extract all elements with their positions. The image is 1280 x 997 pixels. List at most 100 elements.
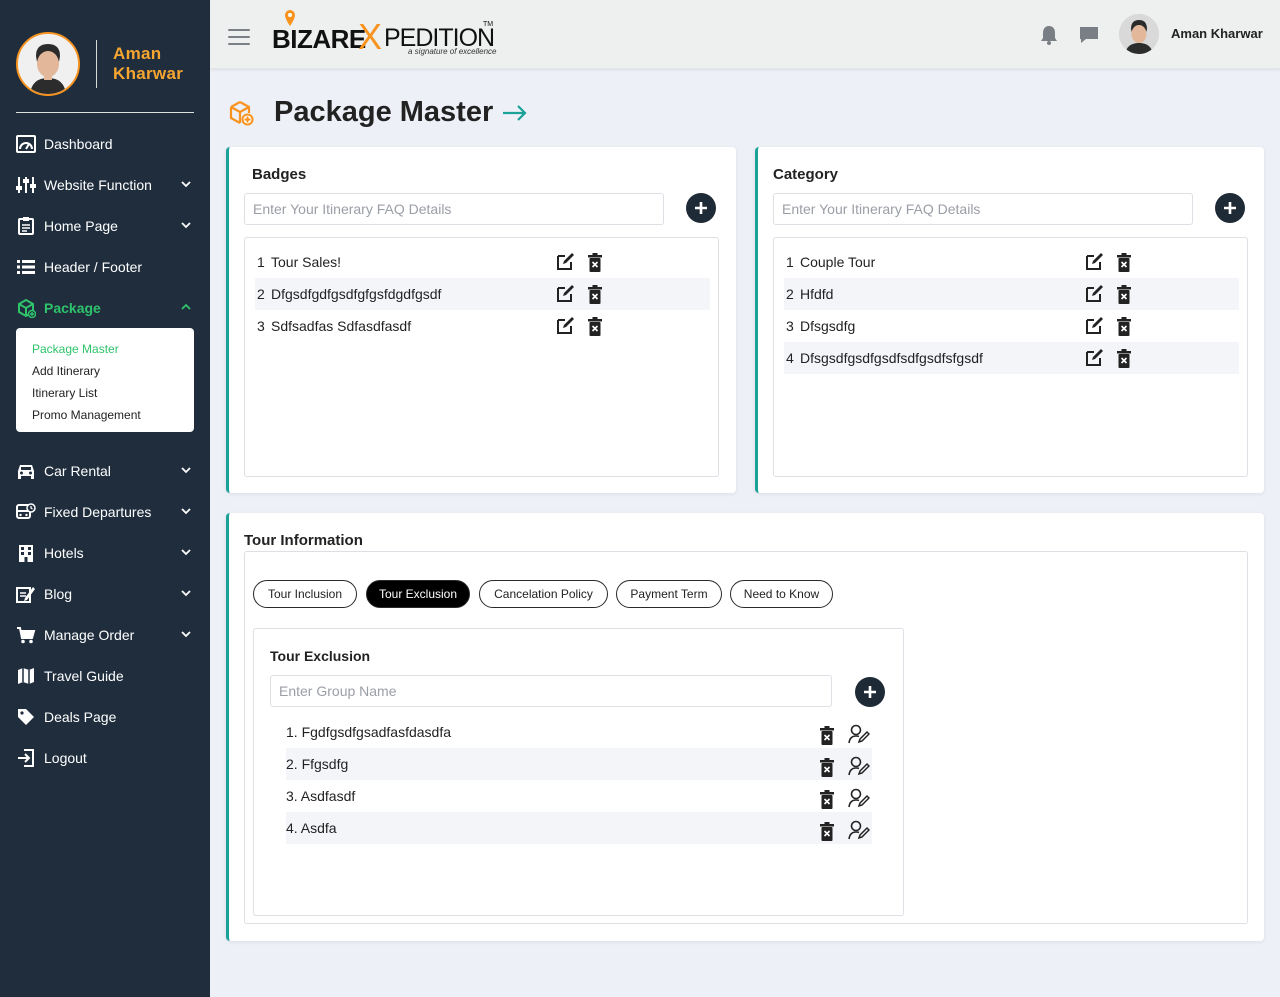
category-input[interactable] (773, 193, 1193, 225)
edit-document-icon (16, 584, 36, 604)
delete-icon[interactable] (1113, 315, 1135, 337)
delete-icon[interactable] (584, 283, 606, 305)
tab-need-to-know[interactable]: Need to Know (730, 580, 833, 608)
submenu-package-master[interactable]: Package Master (32, 338, 178, 360)
delete-icon[interactable] (816, 756, 838, 778)
edit-icon[interactable] (1083, 346, 1105, 368)
sidebar-item-hotels[interactable]: Hotels (0, 532, 210, 573)
delete-icon[interactable] (584, 251, 606, 273)
sidebar-item-blog[interactable]: Blog (0, 573, 210, 614)
submenu-add-itinerary[interactable]: Add Itinerary (32, 360, 178, 382)
sidebar-item-label: Logout (44, 749, 87, 766)
sidebar-item-package[interactable]: Package (0, 287, 210, 328)
header-user-name[interactable]: Aman Kharwar (1171, 26, 1263, 41)
sidebar-item-travel-guide[interactable]: Travel Guide (0, 655, 210, 696)
delete-icon[interactable] (816, 820, 838, 842)
sidebar-item-home-page[interactable]: Home Page (0, 205, 210, 246)
chevron-down-icon (181, 508, 191, 515)
sidebar-item-label: Car Rental (44, 462, 111, 479)
tour-exclusion-panel: Tour Exclusion 1. Fgdfgsdfgsadfasfdasdfa… (253, 628, 904, 916)
brand-logo[interactable]: BIZARE X PEDITION TM a signature of exce… (270, 10, 500, 60)
delete-icon[interactable] (1113, 283, 1135, 305)
list-item: 1 Couple Tour (784, 246, 1239, 278)
group-name-input[interactable] (270, 675, 832, 707)
delete-icon[interactable] (816, 724, 838, 746)
tab-tour-inclusion[interactable]: Tour Inclusion (253, 580, 357, 608)
list-item-label: 1. Fgdfgsdfgsadfasfdasdfa (286, 724, 451, 740)
list-item: 4 Dfsgsdfgsdfgsdfsdfgsdfsfgsdf (784, 342, 1239, 374)
sidebar-item-label: Manage Order (44, 626, 135, 643)
sidebar: Aman Kharwar Dashboard Website Function … (0, 0, 210, 997)
logo-trademark: TM (483, 21, 494, 28)
logo-text-x: X (358, 16, 383, 57)
chat-icon[interactable] (1078, 24, 1100, 46)
list-item-number: 2 (257, 286, 265, 302)
chevron-down-icon (181, 549, 191, 556)
badges-add-button[interactable] (686, 193, 716, 223)
sidebar-item-logout[interactable]: Logout (0, 737, 210, 778)
submenu-promo-management[interactable]: Promo Management (32, 404, 178, 426)
delete-icon[interactable] (816, 788, 838, 810)
chevron-down-icon (181, 590, 191, 597)
list-item-label: 3. Asdfasdf (286, 788, 356, 804)
edit-icon[interactable] (1083, 282, 1105, 304)
tab-payment-term[interactable]: Payment Term (616, 580, 722, 608)
clipboard-icon (16, 216, 36, 236)
cart-icon (16, 625, 36, 645)
sidebar-item-dashboard[interactable]: Dashboard (0, 123, 210, 164)
header-avatar[interactable] (1119, 14, 1159, 54)
page-footer-space (210, 958, 1280, 997)
user-edit-icon[interactable] (848, 755, 870, 777)
edit-icon[interactable] (1083, 250, 1105, 272)
badges-input[interactable] (244, 193, 664, 225)
edit-icon[interactable] (554, 314, 576, 336)
chevron-down-icon (181, 222, 191, 229)
delete-icon[interactable] (1113, 347, 1135, 369)
list-item: 3. Asdfasdf (286, 780, 872, 812)
list-item: 1. Fgdfgsdfgsadfasfdasdfa (286, 716, 872, 748)
user-edit-icon[interactable] (848, 723, 870, 745)
tab-cancelation-policy[interactable]: Cancelation Policy (479, 580, 608, 608)
delete-icon[interactable] (584, 315, 606, 337)
category-add-button[interactable] (1215, 193, 1245, 223)
sidebar-item-header-footer[interactable]: Header / Footer (0, 246, 210, 287)
tour-exclusion-title: Tour Exclusion (270, 648, 371, 664)
badges-card: Badges 1 Tour Sales! 2 Dfgsdfgdfgsdfgfgs… (226, 147, 736, 493)
user-edit-icon[interactable] (848, 787, 870, 809)
menu-toggle-icon[interactable] (228, 29, 250, 45)
logo-tagline: a signature of excellence (408, 47, 497, 56)
submenu-itinerary-list[interactable]: Itinerary List (32, 382, 178, 404)
bell-icon[interactable] (1038, 24, 1060, 46)
sidebar-item-car-rental[interactable]: Car Rental (0, 450, 210, 491)
category-list: 1 Couple Tour 2 Hfdfd 3 Dfsgsdfg 4 Dfsgs… (773, 237, 1248, 477)
top-header: BIZARE X PEDITION TM a signature of exce… (210, 0, 1280, 69)
sidebar-item-deals-page[interactable]: Deals Page (0, 696, 210, 737)
edit-icon[interactable] (554, 282, 576, 304)
map-icon (16, 666, 36, 686)
car-icon (16, 461, 36, 481)
arrow-right-icon[interactable] (502, 104, 528, 122)
delete-icon[interactable] (1113, 251, 1135, 273)
list-item-number: 2 (786, 286, 794, 302)
list-item-number: 3 (257, 318, 265, 334)
sidebar-item-label: Blog (44, 585, 73, 602)
sidebar-item-manage-order[interactable]: Manage Order (0, 614, 210, 655)
sidebar-item-label: Dashboard (44, 135, 113, 152)
bus-icon (16, 502, 36, 522)
user-edit-icon[interactable] (848, 819, 870, 841)
package-icon (16, 298, 36, 318)
list-item: 3 Sdfsadfas Sdfasdfasdf (255, 310, 710, 342)
dashboard-gauge-icon (16, 134, 36, 154)
list-item-label: Dfgsdfgdfgsdfgfgsfdgdfgsdf (271, 286, 442, 302)
sidebar-item-label: Header / Footer (44, 258, 143, 275)
tab-tour-exclusion[interactable]: Tour Exclusion (366, 580, 470, 608)
sidebar-item-website-function[interactable]: Website Function (0, 164, 210, 205)
edit-icon[interactable] (1083, 314, 1105, 336)
sidebar-item-label: Website Function (44, 176, 152, 193)
group-add-button[interactable] (855, 677, 885, 707)
plus-icon (1224, 202, 1236, 214)
edit-icon[interactable] (554, 250, 576, 272)
sidebar-item-fixed-departures[interactable]: Fixed Departures (0, 491, 210, 532)
avatar[interactable] (16, 32, 80, 96)
sidebar-item-label: Deals Page (44, 708, 117, 725)
